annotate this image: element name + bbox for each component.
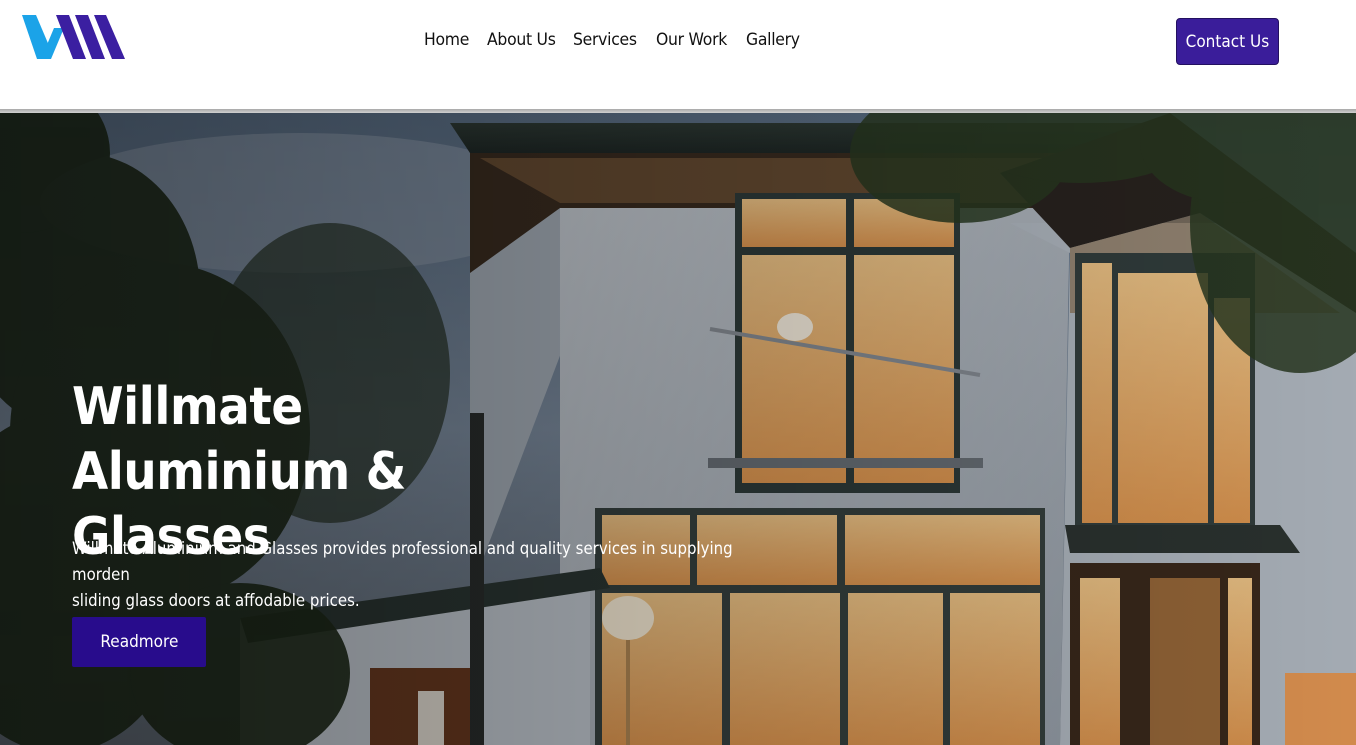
contact-us-button[interactable]: Contact Us bbox=[1176, 18, 1279, 65]
nav-our-work[interactable]: Our Work bbox=[656, 30, 727, 50]
hero-description: Willmate Aluminium and Glasses provides … bbox=[72, 536, 767, 614]
site-header: Home About Us Services Our Work Gallery … bbox=[0, 0, 1356, 109]
hero-section: Willmate Aluminium & Glasses Willmate Al… bbox=[0, 113, 1356, 745]
contact-us-label: Contact Us bbox=[1185, 31, 1270, 52]
hero-title-line1: Willmate Aluminium & bbox=[72, 377, 406, 502]
readmore-label: Readmore bbox=[99, 632, 179, 652]
nav-home[interactable]: Home bbox=[424, 30, 469, 50]
nav-about-us[interactable]: About Us bbox=[487, 30, 556, 50]
hero-description-line2: sliding glass doors at affodable prices. bbox=[72, 591, 360, 611]
nav-gallery[interactable]: Gallery bbox=[746, 30, 800, 50]
hero-description-line1: Willmate Aluminium and Glasses provides … bbox=[72, 539, 733, 585]
nav-services[interactable]: Services bbox=[573, 30, 637, 50]
main-nav: Home About Us Services Our Work Gallery bbox=[0, 30, 1356, 54]
readmore-button[interactable]: Readmore bbox=[72, 617, 206, 667]
